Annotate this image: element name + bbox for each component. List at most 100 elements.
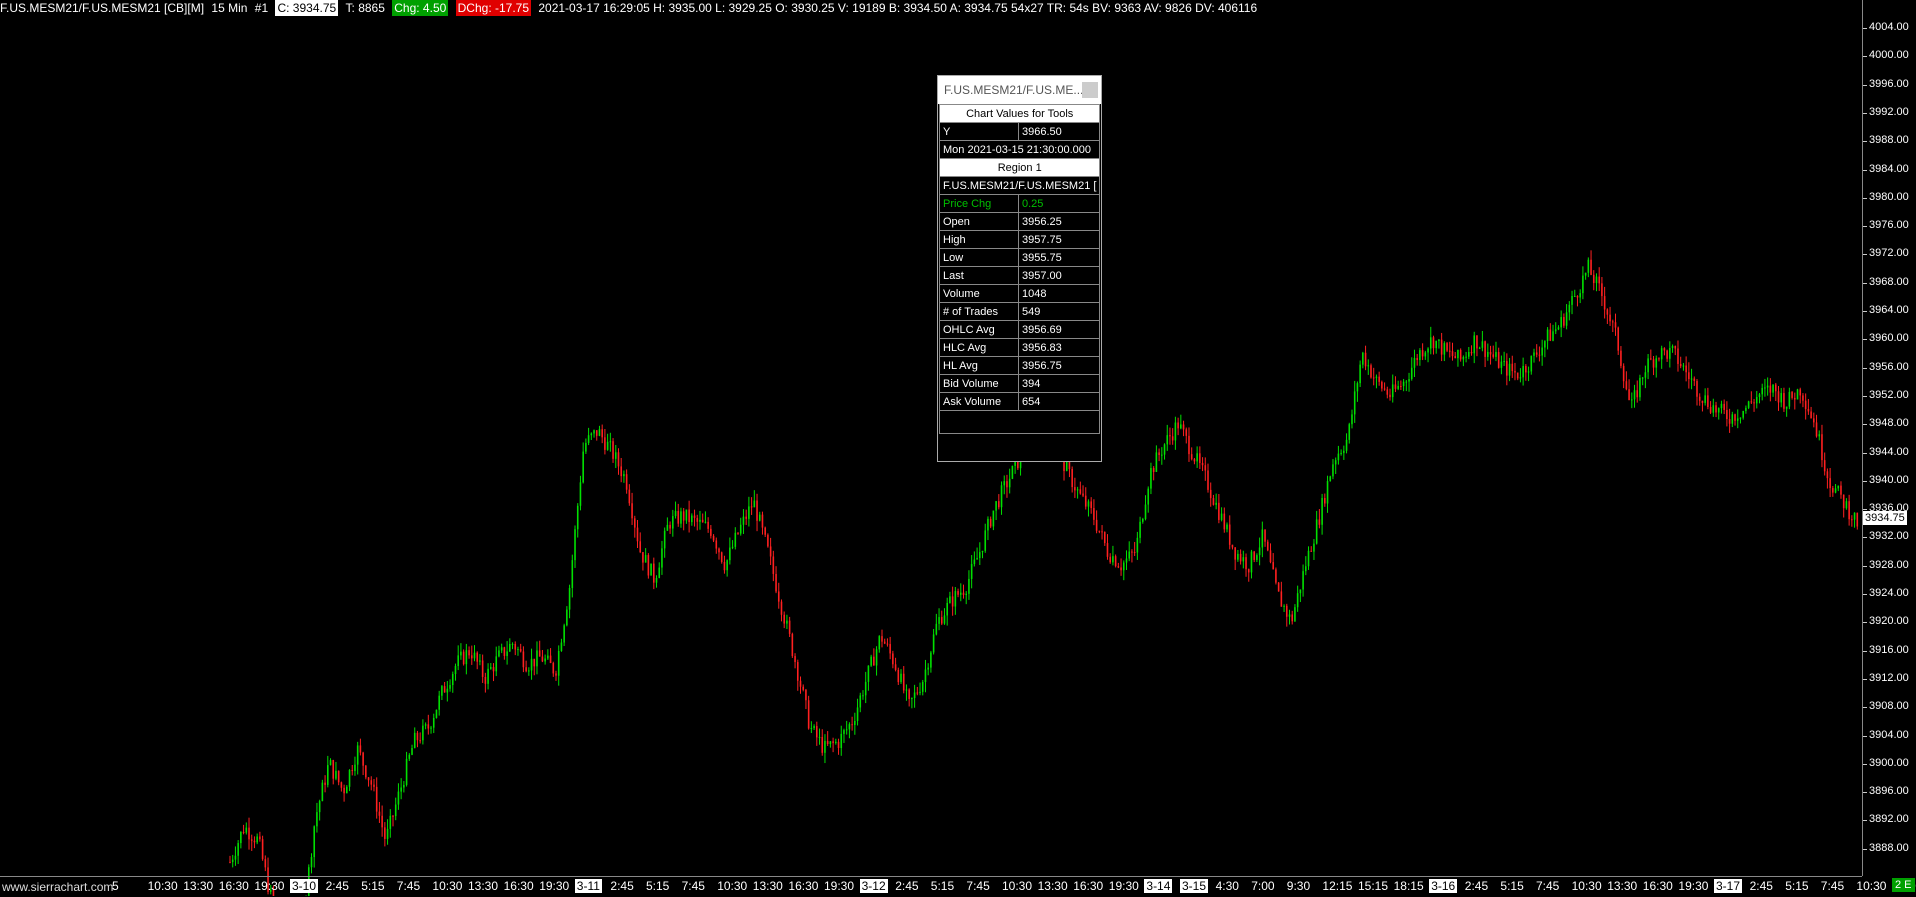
candle-body xyxy=(1753,402,1755,404)
candle-body xyxy=(1745,407,1747,411)
candle-body xyxy=(1247,569,1250,573)
time-label: 19:30 xyxy=(1108,879,1139,893)
price-tick xyxy=(1863,395,1867,397)
candle-body xyxy=(1541,347,1543,356)
time-label: 13:30 xyxy=(1607,879,1638,893)
candle-body xyxy=(805,689,807,701)
candle-body xyxy=(432,717,435,728)
price-label: 4004.00 xyxy=(1869,21,1909,33)
candle-body xyxy=(365,765,367,778)
time-label: 2:45 xyxy=(1749,879,1773,893)
price-label: 3904.00 xyxy=(1869,728,1909,741)
candle-body xyxy=(1837,485,1840,489)
candle-body xyxy=(802,686,805,690)
price-tick xyxy=(1863,254,1867,256)
candle-body xyxy=(609,441,612,443)
candle-body xyxy=(726,560,728,571)
candle-body xyxy=(1766,385,1769,388)
candle-body xyxy=(758,514,761,521)
candle-body xyxy=(1364,352,1367,367)
candle-body xyxy=(1652,359,1655,368)
price-tick xyxy=(1863,848,1867,850)
candle-body xyxy=(1674,346,1677,349)
date-label: 3-12 xyxy=(859,879,888,893)
price-tick xyxy=(1863,537,1867,539)
candle-body xyxy=(992,510,995,527)
candle-body xyxy=(628,489,631,504)
chart-values-window[interactable]: F.US.MESM21/F.US.ME... Chart Values for … xyxy=(937,75,1102,462)
value-row-label: Price Chg xyxy=(939,194,1019,213)
candle-body xyxy=(547,655,549,659)
candle-body xyxy=(1180,424,1182,429)
candle-body xyxy=(1641,377,1644,379)
candle-body xyxy=(639,541,642,553)
candle-body xyxy=(1598,276,1600,284)
time-label: 19:30 xyxy=(539,879,570,893)
candle-body xyxy=(1182,424,1185,430)
candle-body xyxy=(1731,414,1734,424)
candle-body xyxy=(522,651,525,668)
candle-body xyxy=(1261,529,1264,548)
value-row: OHLC Avg 3956.69 xyxy=(939,320,1101,339)
candle-body xyxy=(259,836,261,840)
candle-body xyxy=(441,686,443,696)
window-title-bar[interactable]: F.US.MESM21/F.US.ME... xyxy=(938,76,1101,104)
candle-body xyxy=(1166,435,1169,445)
candle-body xyxy=(685,509,688,521)
daily-change-badge: DChg: -17.75 xyxy=(455,0,532,16)
candle-body xyxy=(707,521,709,529)
close-icon[interactable] xyxy=(1082,82,1098,98)
time-axis[interactable]: 5 10:30 13:30 16:30 19:30 3-10 2:45 5:15 7:45 10:… xyxy=(0,876,1916,897)
candle-body xyxy=(1367,365,1370,367)
candle-body xyxy=(1549,329,1552,341)
candle-body xyxy=(810,728,813,730)
candle-body xyxy=(900,673,902,683)
price-tick xyxy=(1863,622,1867,624)
candle-body xyxy=(957,591,959,595)
candle-body xyxy=(438,695,440,710)
candle-body xyxy=(737,532,739,534)
candle-body xyxy=(1481,341,1484,348)
time-label: 5:15 xyxy=(1785,879,1809,893)
candle-body xyxy=(1633,390,1636,400)
candle-body xyxy=(495,656,498,672)
candle-body xyxy=(1497,352,1500,368)
candle-body xyxy=(1736,418,1739,421)
candle-body xyxy=(881,636,883,642)
candle-body xyxy=(1321,497,1323,525)
candle-body xyxy=(1356,383,1359,392)
candle-body xyxy=(715,540,718,549)
date-label: 3-11 xyxy=(574,879,602,893)
candle-body xyxy=(837,741,840,749)
candle-body xyxy=(1245,557,1247,570)
candle-body xyxy=(816,726,818,738)
price-axis[interactable]: 4004.00 4000.00 3996.00 3992.00 3988.00 3984.… xyxy=(1862,0,1916,876)
price-tick xyxy=(1863,763,1867,765)
candle-body xyxy=(579,482,582,506)
value-row: Price Chg 0.25 xyxy=(939,194,1101,213)
value-row-value: 3957.00 xyxy=(1017,266,1101,285)
candle-body xyxy=(745,516,747,519)
candle-body xyxy=(867,665,870,682)
value-row-value: 3956.69 xyxy=(1017,320,1101,339)
candle-body xyxy=(625,474,628,490)
candle-body xyxy=(1090,501,1092,509)
candle-body xyxy=(734,532,737,547)
candle-body xyxy=(753,500,756,508)
candle-body xyxy=(1457,349,1459,359)
candle-body xyxy=(1601,283,1603,297)
candle-body xyxy=(1275,569,1277,583)
candle-body xyxy=(845,729,848,731)
corner-badge[interactable]: 2 E xyxy=(1892,878,1915,892)
candle-body xyxy=(1476,335,1478,349)
values-heading: Chart Values for Tools xyxy=(938,104,1101,123)
price-tick xyxy=(1863,594,1867,595)
candle-body xyxy=(1209,489,1212,499)
candle-body xyxy=(454,666,457,675)
candle-body xyxy=(237,843,239,856)
value-row-label: HLC Avg xyxy=(939,338,1019,357)
candle-body xyxy=(826,740,829,745)
candle-body xyxy=(1511,363,1514,372)
price-tick xyxy=(1863,56,1867,58)
candle-body xyxy=(1133,552,1136,554)
